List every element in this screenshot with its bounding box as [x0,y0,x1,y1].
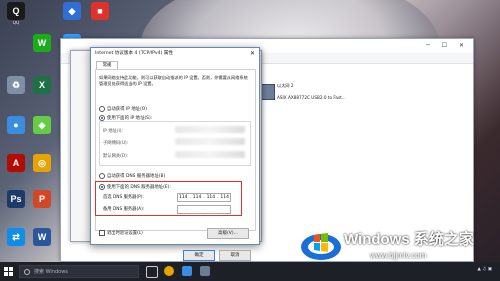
app-icon-4[interactable]: ● [4,116,28,135]
wechat-icon[interactable]: W [30,34,54,53]
explorer-taskbar-icon[interactable] [182,266,192,276]
gateway-label: 默认网关(D): [103,154,129,159]
auto-dns-radio[interactable]: 自动获得 DNS 服务器地址(B) [99,173,165,179]
teamviewer-icon[interactable]: ⇄ [4,228,28,247]
close-icon[interactable]: ✕ [250,48,255,59]
app-icon-5[interactable]: ◈ [30,116,54,135]
word-icon-image: W [33,228,51,246]
dns-highlight-box [95,181,242,216]
validate-checkbox[interactable]: 退出时验证设置(L) [99,230,143,236]
photoshop-icon[interactable]: Ps [4,190,28,209]
adapter-name: 以太网 2 [277,83,294,88]
checkbox-box [99,230,105,236]
validate-label: 退出时验证设置(L) [107,231,143,236]
recycle-bin-icon[interactable]: ♻ [4,76,28,95]
adobe-icon-image: A [7,154,25,172]
subnet-mask-field[interactable] [175,138,245,145]
excel-icon[interactable]: X [30,76,54,95]
subnet-mask-label: 子网掩码(U): [103,141,129,146]
app-icon[interactable]: ◆ [60,2,84,21]
search-placeholder: 搜索 Windows [34,269,68,275]
watermark-brand: Windows 系统之家 [344,231,474,248]
system-tray[interactable]: ▲ ♫ ▣ [477,267,492,272]
ok-button[interactable]: 确定 [183,250,215,261]
network-taskbar-icon[interactable] [200,266,210,276]
watermark-url: www.bjjmlv.com [370,251,427,260]
task-view-icon[interactable] [146,266,158,278]
wechat-icon-image: W [33,34,51,52]
ip-address-label: IP 地址(I): [103,129,123,134]
window-controls[interactable]: ─ ☐ ✕ [426,42,469,49]
excel-icon-image: X [33,76,51,94]
word-icon[interactable]: W [30,228,54,247]
auto-ip-label: 自动获得 IP 地址(O) [107,107,147,112]
qq-icon-image: Q [7,2,25,20]
chrome-icon[interactable]: ◎ [30,154,54,173]
app-icon-image: ◆ [63,2,81,20]
watermark: Windows 系统之家 www.bjjmlv.com [300,225,495,260]
powerpoint-icon[interactable]: P [30,190,54,209]
adapter-device: ASIX AX88772C USB2.0 to Fast... [277,95,346,100]
dialog-title: Internet 协议版本 4 (TCP/IPv4) 属性 ✕ [91,48,259,59]
adobe-icon[interactable]: A [4,154,28,173]
app-icon-2[interactable]: ■ [88,2,112,21]
photoshop-icon-image: Ps [7,190,25,208]
taskbar: 搜索 Windows ▲ ♫ ▣ [0,262,500,281]
radio-dot [99,173,105,179]
windows-logo-icon [301,233,341,260]
auto-dns-label: 自动获得 DNS 服务器地址(B) [107,174,166,179]
chrome-taskbar-icon[interactable] [164,266,174,276]
app-icon-2-image: ■ [91,2,109,20]
dialog-title-text: Internet 协议版本 4 (TCP/IPv4) 属性 [95,51,173,56]
powerpoint-icon-image: P [33,190,51,208]
advanced-button[interactable]: 高级(V)... [207,228,249,239]
app-icon-5-image: ◈ [33,116,51,134]
radio-dot [99,106,105,112]
ip-address-field[interactable] [175,126,245,133]
app-icon-4-image: ● [7,116,25,134]
windows-start-icon[interactable] [4,267,13,276]
chrome-icon-image: ◎ [33,154,51,172]
gateway-field[interactable] [175,151,245,158]
qq-icon[interactable]: Q QQ [4,2,28,26]
desktop-icon-label: QQ [12,21,20,26]
teamviewer-icon-image: ⇄ [7,228,25,246]
auto-ip-radio[interactable]: 自动获得 IP 地址(O) [99,106,147,112]
description-text: 如果网络支持此功能，则可以获取自动指派的 IP 设置。否则，你需要从网络系统管理… [99,75,248,86]
cancel-button[interactable]: 取消 [219,250,251,261]
recycle-bin-icon-image: ♻ [7,76,25,94]
search-icon [24,269,30,275]
taskbar-search[interactable]: 搜索 Windows [19,265,139,278]
ethernet-adapter-item[interactable]: 以太网 2 ASIX AX88772C USB2.0 to Fast... [255,82,350,104]
